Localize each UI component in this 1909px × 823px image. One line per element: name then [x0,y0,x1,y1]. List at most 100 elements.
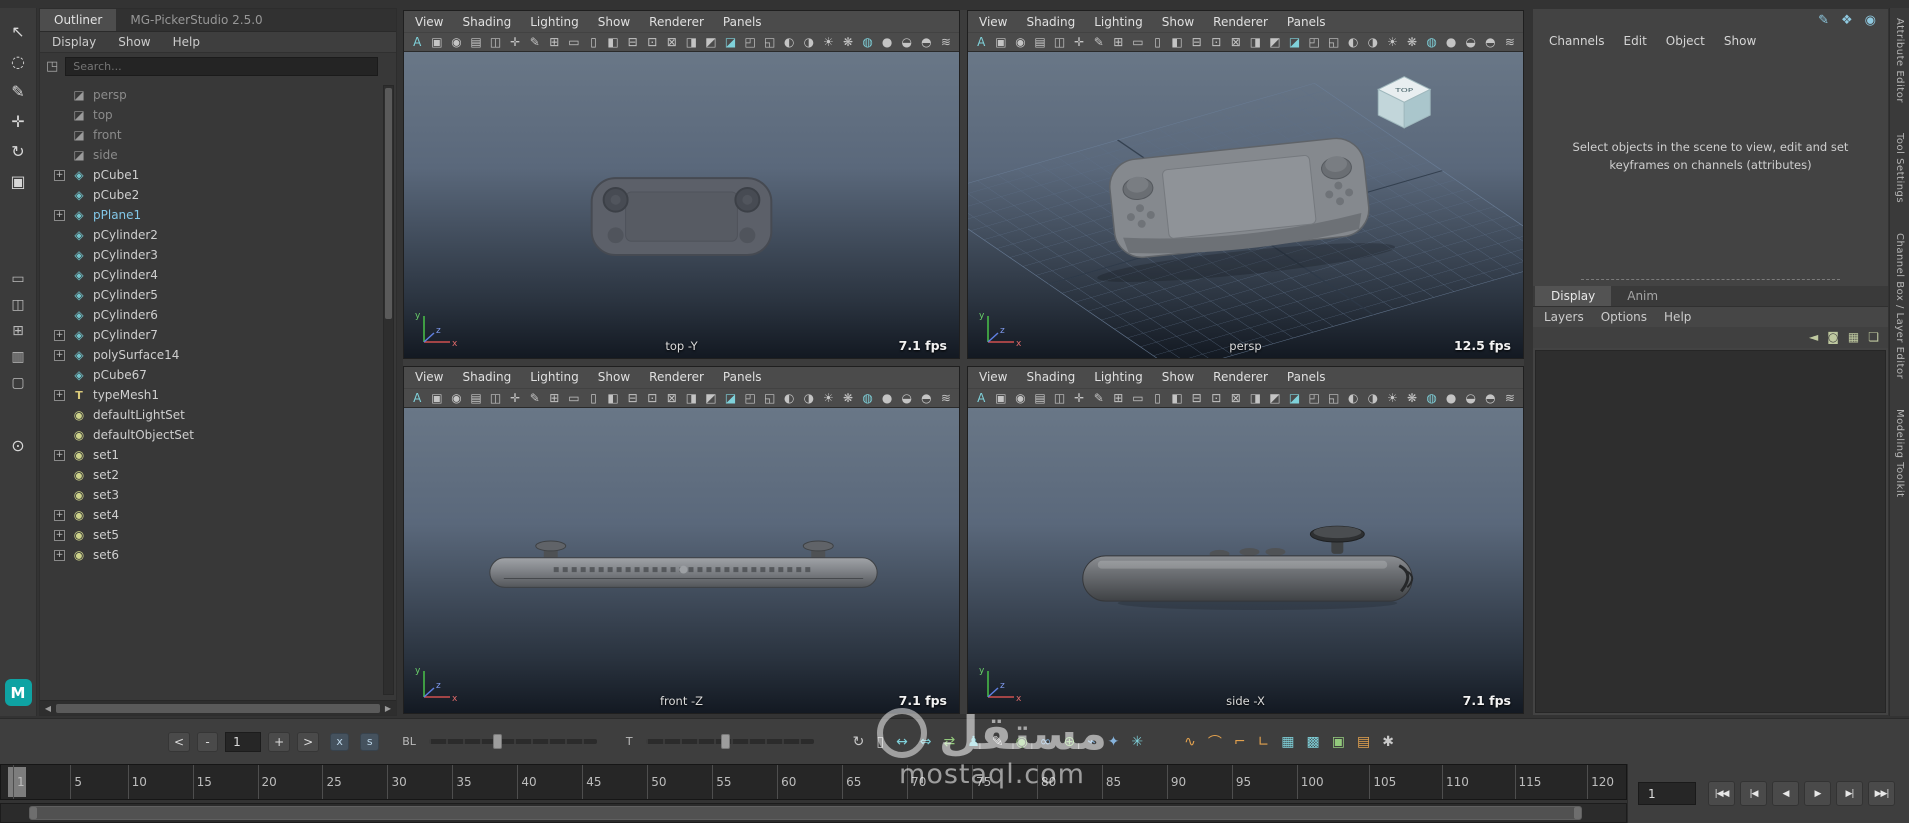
pan-zoom-icon[interactable]: ✛ [508,391,523,405]
viewport-menu-item[interactable]: Show [1162,370,1194,384]
tree-item[interactable]: pCylinder6 [54,305,382,325]
xray-joints-icon[interactable]: ◱ [1326,35,1341,49]
lock-camera-icon[interactable]: ▣ [994,391,1009,405]
resolution-gate-icon[interactable]: ▯ [586,35,601,49]
expand-icon[interactable] [54,509,65,521]
camera-attributes-icon[interactable]: ◉ [449,35,464,49]
play-backwards-button[interactable]: ◀ [1772,781,1799,806]
textured-icon[interactable]: ◓ [1483,35,1498,49]
safe-title-icon[interactable]: ⊠ [665,391,680,405]
resolution-gate-icon[interactable]: ▯ [586,391,601,405]
xray-icon[interactable]: ◰ [743,391,758,405]
slider-handle[interactable] [492,734,502,749]
timeline-frame-label[interactable]: 30 [387,765,407,799]
exposure-icon[interactable]: ◐ [1346,391,1361,405]
frame-selected-icon[interactable]: ◩ [1268,391,1283,405]
shadows-icon[interactable]: ❋ [841,391,856,405]
channelbox-menu-item[interactable]: Show [1724,34,1756,48]
film-gate-icon[interactable]: ▭ [1131,391,1146,405]
textured-icon[interactable]: ◓ [919,391,934,405]
search-input[interactable] [65,57,378,76]
wireframe-on-shaded-icon[interactable]: ◒ [1463,35,1478,49]
viewport-menu-item[interactable]: View [979,15,1007,29]
timeline-frame-label[interactable]: 110 [1441,765,1469,799]
viewport-menu-item[interactable]: Lighting [1094,15,1143,29]
tree-item-label[interactable]: pCylinder7 [93,328,158,342]
grid-toggle-icon[interactable]: ⊞ [547,35,562,49]
select-tool-icon[interactable]: ↖ [10,16,25,46]
layer-editor-menu-item[interactable]: Layers [1544,310,1584,324]
viewport-menu-item[interactable]: Show [598,15,630,29]
ipr-render-icon[interactable]: ▤ [1357,734,1370,750]
tree-item[interactable]: pCylinder3 [54,245,382,265]
paint-select-tool-icon[interactable]: ✎ [10,76,25,106]
sidebar-tab[interactable]: Attribute Editor [1894,18,1905,103]
gamma-icon[interactable]: ◑ [1366,391,1381,405]
tree-item-label[interactable]: set6 [93,548,119,562]
whats-new-icon[interactable]: ❖ [1841,13,1853,28]
tree-item-label[interactable]: defaultObjectSet [93,428,194,442]
timeline-frame-label[interactable]: 60 [777,765,796,799]
tree-item[interactable]: pCylinder4 [54,265,382,285]
gamma-icon[interactable]: ◑ [1366,35,1381,49]
timeline-frame-label[interactable]: 75 [972,765,991,799]
layer-editor-tab[interactable]: Anim [1611,286,1674,306]
range-slider-thumb[interactable] [29,806,1582,820]
tree-item-label[interactable]: front [93,128,122,142]
viewport-menu-item[interactable]: Lighting [530,15,579,29]
tree-item[interactable]: pCylinder2 [54,225,382,245]
lighting-icon[interactable]: ☀ [821,35,836,49]
step-back-button[interactable]: |◀ [1740,781,1767,806]
viewport-menu-item[interactable]: Shading [462,15,511,29]
sidebar-tab[interactable]: Modeling Toolkit [1894,409,1905,498]
grease-pencil-icon[interactable]: ✎ [527,391,542,405]
viewport-menu-item[interactable]: Shading [462,370,511,384]
viewport-menu-item[interactable]: Lighting [530,370,579,384]
bookmarks-icon[interactable]: ▤ [469,391,484,405]
image-plane-icon[interactable]: ◫ [488,391,503,405]
tree-item-label[interactable]: set3 [93,488,119,502]
filter-icon[interactable]: ◳ [46,59,58,74]
outliner-menu-item[interactable]: Show [118,35,150,49]
tree-item[interactable]: pCylinder7 [54,325,382,345]
pin-icon[interactable]: ✎ [1818,13,1829,28]
grease-pencil-anim-icon[interactable]: ✎ [992,734,1004,750]
viewport-menu-item[interactable]: Shading [1026,15,1075,29]
ao-icon[interactable]: ◍ [1424,391,1439,405]
scroll-right-icon[interactable]: ▶ [382,704,394,713]
outliner-tab[interactable]: MG-PickerStudio 2.5.0 [116,9,276,31]
layer-editor-tab[interactable]: Display [1535,285,1612,306]
safe-action-icon[interactable]: ⊡ [1209,35,1224,49]
fog-icon[interactable]: ≋ [1503,391,1518,405]
timeline-frame-label[interactable]: 95 [1231,765,1251,799]
viewport-menu-item[interactable]: Panels [723,15,762,29]
single-pane-layout-icon[interactable]: ▭ [11,266,24,292]
bl-slider[interactable] [428,734,597,749]
frame-playback-range-icon[interactable]: ⇔ [920,734,932,750]
pan-zoom-icon[interactable]: ✛ [508,35,523,49]
next-frame-button[interactable]: > [297,731,320,752]
tree-item-label[interactable]: defaultLightSet [93,408,185,422]
safe-title-icon[interactable]: ⊠ [665,35,680,49]
outliner-vertical-scrollbar[interactable] [383,85,394,695]
clip-range-icon[interactable]: ▯ [876,734,884,750]
tree-item-label[interactable]: side [93,148,118,162]
fog-icon[interactable]: ≋ [1503,35,1518,49]
grid-layout-icon[interactable]: ▦ [1281,734,1294,750]
bookmarks-icon[interactable]: ▤ [469,35,484,49]
scrollbar-thumb[interactable] [56,703,380,713]
timeline-frame-label[interactable]: 20 [257,765,277,799]
grid-toggle-icon[interactable]: ⊞ [1111,35,1126,49]
outliner-menu-item[interactable]: Display [52,35,96,49]
toggle-s-button[interactable]: s [360,732,380,751]
viewport-menu-item[interactable]: Renderer [649,370,704,384]
tree-item[interactable]: pCube67 [54,365,382,385]
scrollbar-thumb[interactable] [385,88,392,320]
tree-item[interactable]: set6 [54,545,382,565]
step-forward-button[interactable]: ▶| [1836,781,1863,806]
field-chart-icon[interactable]: ⊟ [1189,391,1204,405]
tree-item-label[interactable]: polySurface14 [93,348,179,362]
tree-item[interactable]: side [54,145,382,165]
mute-channel-icon[interactable]: ✳ [1131,734,1143,750]
timeline-frame-label[interactable]: 55 [712,765,731,799]
